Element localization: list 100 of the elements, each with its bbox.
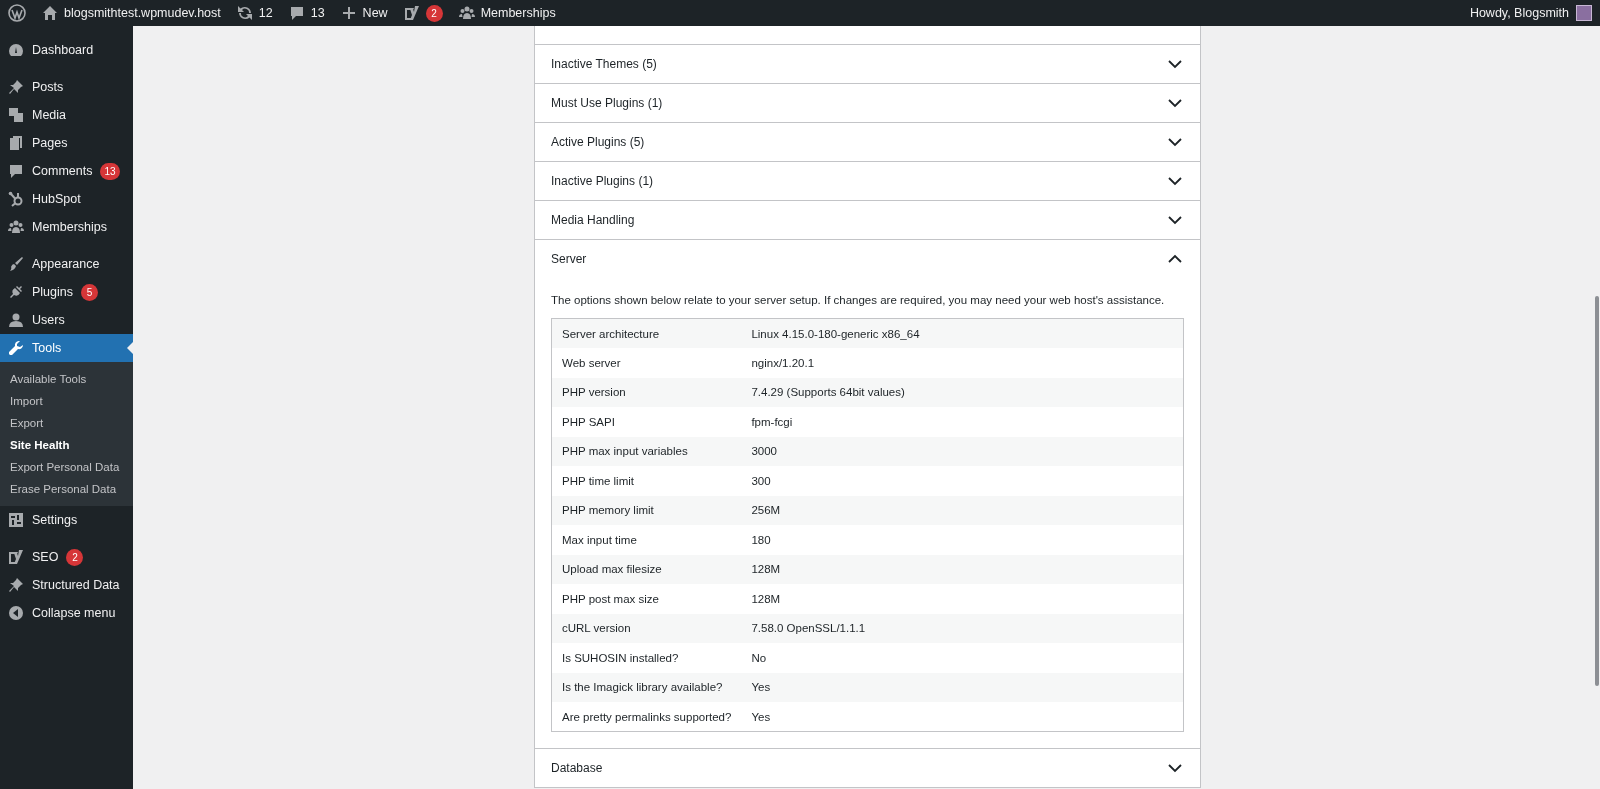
pushpin-icon [8,79,24,95]
scrollbar-thumb[interactable] [1595,296,1599,686]
menu-item[interactable]: Media [0,101,133,129]
submenu-item[interactable]: Site Health [0,434,133,456]
submenu-item[interactable]: Export Personal Data [0,456,133,478]
menu-item[interactable]: Collapse menu [0,599,133,627]
menu-item[interactable]: Pages [0,129,133,157]
table-cell: 128M [741,554,1184,584]
menu-item[interactable]: HubSpot [0,185,133,213]
notification-badge: 2 [425,4,443,22]
chevron-down-icon[interactable] [1168,761,1182,775]
hubspot-icon [8,191,24,207]
table-cell: 3000 [741,436,1184,466]
section-title: Must Use Plugins (1) [551,96,663,110]
admin-bar-link[interactable]: New [362,6,388,20]
table-cell: PHP memory limit [551,495,742,525]
group-icon [8,219,24,235]
table-cell: 256M [741,495,1184,525]
table-cell: Max input time [551,525,742,555]
table-cell: 180 [741,525,1184,555]
table-cell: 128M [741,584,1184,614]
table-cell: Is the Imagick library available? [551,672,742,702]
gauge-icon [8,42,24,58]
accordion-header[interactable]: Server [535,240,1200,278]
seo-icon [403,5,420,21]
section-title: Inactive Themes (5) [551,57,657,71]
section-title: Server [551,252,587,266]
media-icon [8,107,24,123]
table-cell: PHP post max size [551,584,742,614]
menu-item[interactable]: Dashboard [0,36,133,64]
accordion-header[interactable]: Database [535,749,1200,787]
table-cell: Is SUHOSIN installed? [551,643,742,673]
paintbrush-icon [8,256,24,272]
submenu-item[interactable]: Export [0,412,133,434]
table-cell: PHP max input variables [551,436,742,466]
table-cell: PHP version [551,377,742,407]
count-badge: 13 [100,162,120,180]
menu-item[interactable]: Memberships [0,213,133,241]
seo-icon [8,549,24,565]
plus-icon [340,5,357,21]
table-cell: 7.4.29 (Supports 64bit values) [741,377,1184,407]
table-cell: Server architecture [551,318,742,348]
refresh-icon [236,5,253,21]
menu-item[interactable]: Comments 13 [0,157,133,185]
table-cell: Are pretty permalinks supported? [551,702,742,732]
table-cell: cURL version [551,613,742,643]
table-cell: fpm-fcgi [741,407,1184,437]
collapse-icon [8,605,24,621]
accordion-header[interactable]: Inactive Plugins (1) [535,162,1200,200]
section-description: The options shown below relate to your server setup. If changes are required, you may need your web host's assistance. [551,294,1166,306]
section-title: Active Plugins (5) [551,135,645,149]
chevron-down-icon[interactable] [1168,174,1182,188]
menu-item[interactable]: Plugins 5 [0,278,133,306]
menu-item[interactable]: Users [0,306,133,334]
table-cell: No [741,643,1184,673]
menu-item[interactable]: Tools [0,334,133,362]
accordion-header[interactable]: Must Use Plugins (1) [535,84,1200,122]
plug-icon [8,284,24,300]
settings-icon [8,512,24,528]
submenu-item[interactable]: Available Tools [0,368,133,390]
accordion-header[interactable]: Media Handling [535,201,1200,239]
chevron-down-icon[interactable] [1168,135,1182,149]
table-cell: nginx/1.20.1 [741,348,1184,378]
menu-item[interactable]: Settings [0,506,133,534]
wrench-icon [8,340,24,356]
table-cell: Yes [741,672,1184,702]
menu-item[interactable]: SEO 2 [0,543,133,571]
group-icon [458,5,475,21]
wordpress-logo-icon[interactable] [8,4,26,22]
chevron-down-icon[interactable] [1168,213,1182,227]
table-cell: Web server [551,348,742,378]
submenu-item[interactable]: Erase Personal Data [0,478,133,500]
admin-bar-link[interactable]: 12 [258,6,273,20]
section-title: Inactive Plugins (1) [551,174,654,188]
admin-bar-link[interactable]: Memberships [480,6,556,20]
menu-item[interactable]: Structured Data [0,571,133,599]
comment-icon [288,5,305,21]
chevron-down-icon[interactable] [1168,57,1182,71]
table-cell: 7.58.0 OpenSSL/1.1.1 [741,613,1184,643]
pages-icon [8,135,24,151]
account-link[interactable]: Howdy, Blogsmith [1469,6,1569,20]
submenu-item[interactable]: Import [0,390,133,412]
chevron-down-icon[interactable] [1168,96,1182,110]
menu-item[interactable]: Posts [0,73,133,101]
section-title: Media Handling [551,213,635,227]
table-cell: PHP time limit [551,466,742,496]
count-badge: 2 [66,548,84,566]
admin-bar-link[interactable]: 13 [310,6,325,20]
accordion-header[interactable]: Inactive Themes (5) [535,45,1200,83]
table-cell: Linux 4.15.0-180-generic x86_64 [741,318,1184,348]
comment-icon [8,163,24,179]
accordion-header[interactable]: Active Plugins (5) [535,123,1200,161]
menu-item[interactable]: Appearance [0,250,133,278]
section-title: Database [551,761,603,775]
pushpin-icon [8,577,24,593]
home-icon [42,5,58,21]
admin-bar-link[interactable]: blogsmithtest.wpmudev.host [64,6,221,20]
table-cell: PHP SAPI [551,407,742,437]
table-cell: 300 [741,466,1184,496]
table-cell: Upload max filesize [551,554,742,584]
